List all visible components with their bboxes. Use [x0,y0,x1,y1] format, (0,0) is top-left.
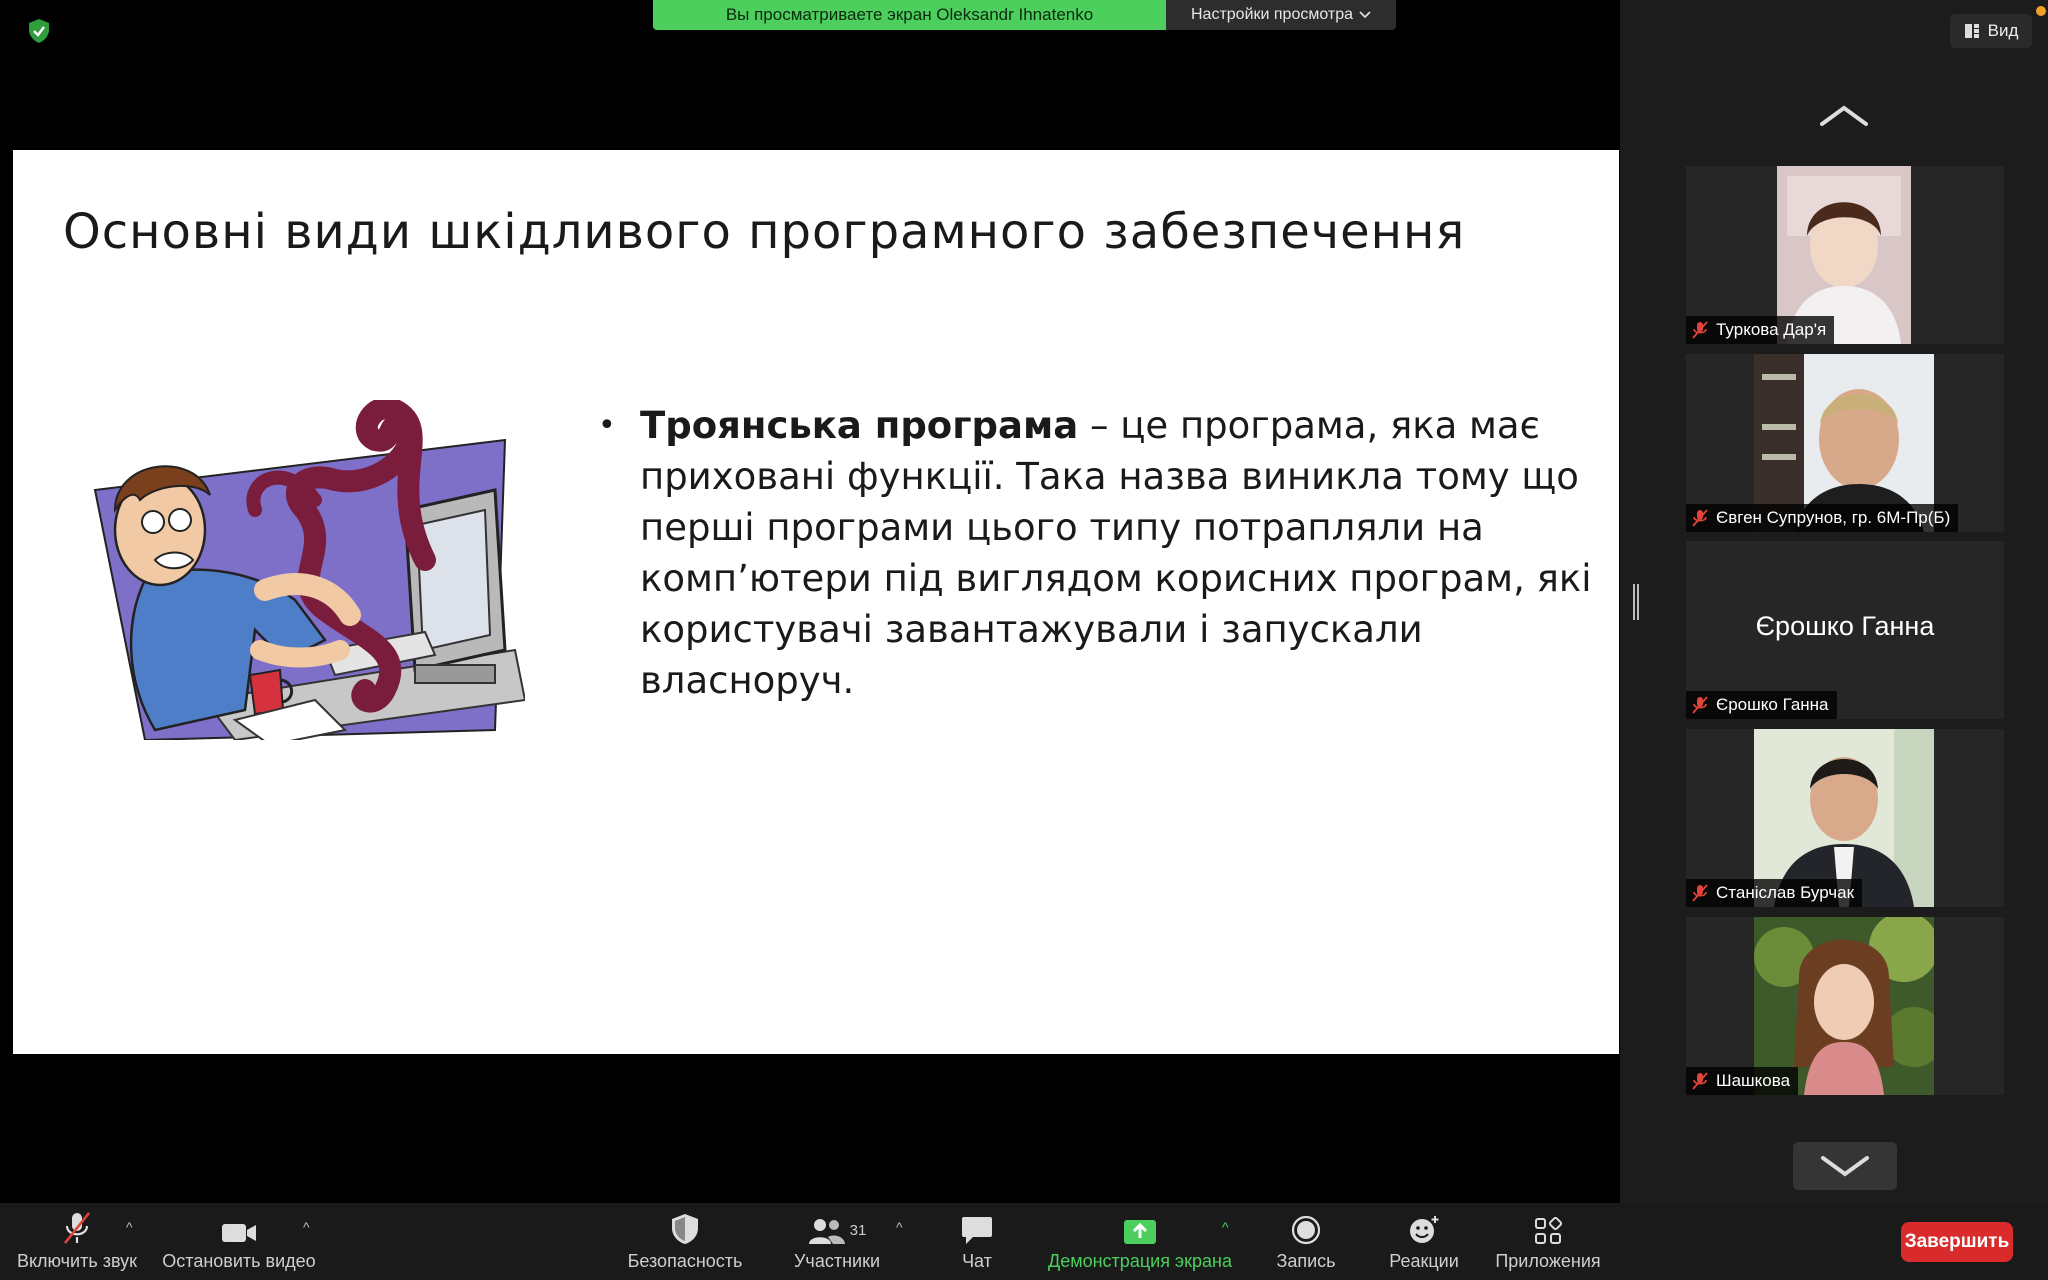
apps-button[interactable]: Приложения [1494,1203,1602,1280]
chevron-down-icon [1359,11,1371,19]
share-options-caret-icon[interactable]: ^ [1222,1219,1229,1235]
participant-name-bar: Єрошко Ганна [1686,691,1837,719]
mic-muted-icon [1692,1072,1708,1090]
end-meeting-button[interactable]: Завершить [1901,1222,2013,1262]
participants-options-caret-icon[interactable]: ^ [896,1219,903,1235]
stop-video-button[interactable]: Остановить видео [160,1203,318,1280]
apps-icon [1535,1217,1562,1244]
share-screen-label: Демонстрация экрана [1048,1251,1232,1271]
record-icon [1291,1215,1321,1245]
record-label: Запись [1276,1251,1336,1271]
viewing-screen-message: Вы просматриваете экран Oleksandr Ihnate… [653,0,1166,30]
notification-dot [2036,6,2046,16]
reactions-button[interactable]: Реакции [1386,1203,1462,1280]
share-screen-icon [1124,1220,1156,1244]
apps-label: Приложения [1495,1251,1601,1271]
unmute-button[interactable]: Включить звук [14,1203,140,1280]
chevron-down-icon [1821,1156,1869,1177]
video-options-caret-icon[interactable]: ^ [303,1219,310,1235]
stop-video-label: Остановить видео [162,1251,316,1271]
participant-name-bar: Євген Супрунов, гр. 6М-Пр(Б) [1686,504,1959,532]
trojan-illustration [93,400,525,740]
bullet-dot: • [598,408,616,443]
encryption-shield-icon[interactable] [28,18,50,44]
participant-name-bar: Туркова Дар'я [1686,316,1835,344]
chat-label: Чат [962,1251,992,1271]
participants-button[interactable]: 31 Участники [790,1203,884,1280]
mic-muted-icon [1692,884,1708,902]
participant-tile[interactable]: Євген Супрунов, гр. 6М-Пр(Б) [1686,354,2004,532]
mic-muted-icon [1692,696,1708,714]
participant-name: Станіслав Бурчак [1716,883,1855,902]
mic-muted-icon [1692,321,1708,339]
audio-options-caret-icon[interactable]: ^ [126,1219,133,1235]
shield-icon [672,1214,698,1244]
slide-title: Основні види шкідливого програмного забе… [63,204,1466,260]
record-button[interactable]: Запись [1274,1203,1338,1280]
participant-name: Туркова Дар'я [1716,320,1827,339]
participant-tile[interactable]: Шашкова [1686,917,2004,1095]
layout-grid-icon [1964,24,1979,38]
screen-share-banner: Вы просматриваете экран Oleksandr Ihnate… [653,0,1396,30]
chat-bubble-icon [962,1217,992,1244]
participant-name: Євген Супрунов, гр. 6М-Пр(Б) [1716,508,1951,527]
view-options-button[interactable]: Настройки просмотра [1166,0,1396,30]
view-button-label: Вид [1987,21,2019,40]
scroll-down-button[interactable] [1793,1142,1897,1190]
slide-bullet-text: • Троянська програма – це програма, яка … [598,400,1598,706]
share-screen-button[interactable]: Демонстрация экрана [1044,1203,1236,1280]
bullet-description: – це програма, яка має приховані функції… [640,404,1592,702]
participant-name-bar: Станіслав Бурчак [1686,879,1863,907]
view-options-label: Настройки просмотра [1190,6,1354,23]
security-button[interactable]: Безопасность [624,1203,746,1280]
participants-count: 31 [849,1222,867,1239]
video-camera-icon [222,1224,256,1242]
bullet-term: Троянська програма [640,404,1079,447]
reactions-label: Реакции [1389,1251,1459,1271]
participant-name: Шашкова [1716,1071,1791,1090]
participant-tile[interactable]: Єрошко Ганна Єрошко Ганна [1686,541,2004,719]
view-button[interactable]: Вид [1950,14,2032,48]
participant-tile[interactable]: Туркова Дар'я [1686,166,2004,344]
participants-icon [808,1219,845,1244]
participants-label: Участники [794,1251,880,1271]
participant-name-bar: Шашкова [1686,1067,1799,1095]
scroll-up-chevron-icon[interactable] [1818,100,1870,130]
meeting-toolbar: Включить звук ^ Остановить видео ^ Безоп… [0,1203,2048,1280]
participant-tile[interactable]: Станіслав Бурчак [1686,729,2004,907]
security-label: Безопасность [627,1251,743,1271]
chat-button[interactable]: Чат [950,1203,1004,1280]
participant-display-name: Єрошко Ганна [1755,611,1935,641]
sidebar-resize-handle[interactable] [1633,584,1639,620]
mic-muted-icon [1692,509,1708,527]
unmute-label: Включить звук [16,1251,138,1271]
participant-name: Єрошко Ганна [1716,695,1829,714]
presentation-slide: Основні види шкідливого програмного забе… [13,150,1619,1054]
smiley-plus-icon [1410,1216,1439,1243]
mic-muted-icon [63,1212,91,1244]
